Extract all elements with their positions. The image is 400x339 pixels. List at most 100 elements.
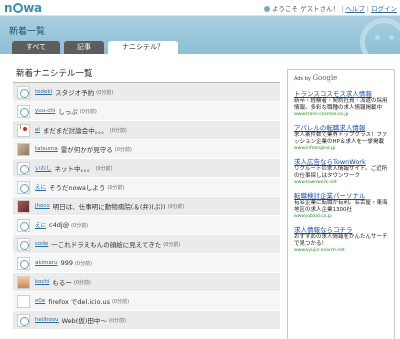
- user-link[interactable]: えに: [35, 183, 46, 191]
- list-item: えに そうだnowaしよう (0分前): [13, 178, 280, 197]
- ad-url[interactable]: www.kyujin-search.net: [294, 248, 388, 254]
- user-links: ようこそ ゲストさん！ | ヘルプ | ログイン: [264, 3, 397, 13]
- message-text: まだまだ討論会中。。。: [42, 127, 108, 135]
- ad-title-link[interactable]: アパレルの転職求人情報: [294, 124, 388, 132]
- user-link[interactable]: yuu-chi: [35, 108, 55, 114]
- greeting-text: ようこそ ゲストさん！: [272, 5, 340, 13]
- ad-body: 有名企業に転職が有利。名古屋・東海地区の求人企業1300社: [294, 200, 388, 213]
- avatar[interactable]: [17, 313, 30, 327]
- timestamp: (0分前): [107, 184, 125, 191]
- list-item: ai まだまだ討論会中。。。 (0分前): [13, 121, 280, 140]
- ad-title-link[interactable]: 求人情報ならコチラ: [294, 226, 388, 234]
- message-text: 一これドラえもんの顔絵に見えてきた: [51, 241, 162, 249]
- message-text: firefox でdel.icio.us: [48, 298, 110, 306]
- timestamp: (0分前): [74, 260, 93, 267]
- logo-o-icon: [12, 3, 23, 13]
- list-item: tatsuma 雷が何かが見守る (0分前): [13, 140, 280, 159]
- message-text: 雷が何かが見守る: [60, 146, 113, 154]
- avatar[interactable]: [17, 161, 30, 175]
- avatar[interactable]: [17, 275, 30, 289]
- user-link[interactable]: jhoco: [35, 203, 50, 209]
- timestamp: (0分前): [95, 165, 113, 172]
- user-link[interactable]: kochi: [35, 279, 49, 285]
- user-link[interactable]: heiihoou: [35, 317, 59, 323]
- message-text: 明日は、仕事明に動物病院(＆(弁)(ぷ)): [52, 203, 166, 211]
- user-link[interactable]: akimaru: [35, 260, 58, 266]
- message-text: c4dj@: [49, 221, 70, 229]
- avatar[interactable]: [17, 294, 30, 308]
- section-title: 新着ナニシテル一覧: [13, 64, 280, 83]
- smiley-decoration-icon: [360, 18, 400, 54]
- ad-url[interactable]: www.jobaid.co.jp: [294, 214, 388, 220]
- avatar[interactable]: [17, 180, 30, 194]
- avatar[interactable]: [17, 85, 30, 99]
- list-item: code 一これドラえもんの顔絵に見えてきた (0分前): [13, 235, 280, 254]
- avatar[interactable]: [17, 237, 30, 251]
- tab-articles[interactable]: 記事: [64, 41, 104, 54]
- message-text: もるー: [52, 279, 72, 287]
- ad-url[interactable]: www.infoengine.jp: [294, 146, 388, 152]
- timestamp: (0分前): [109, 127, 127, 134]
- ad-body: 新卒・経験者・契約社員・派遣の採用情報。多彩な職種の求人情報掲載中: [294, 98, 388, 111]
- list-item: jhoco 明日は、仕事明に動物病院(＆(弁)(ぷ)) (0分前): [13, 197, 280, 216]
- user-link[interactable]: code: [35, 241, 48, 247]
- list-item: todeki スタジオ予約 (0分前): [13, 83, 280, 102]
- message-text: 999: [60, 259, 73, 267]
- nowa-logo[interactable]: n wa: [4, 1, 42, 15]
- ad-item: トランスコスモス求人情報 新卒・経験者・契約社員・派遣の採用情報。多彩な職種の求…: [294, 90, 388, 118]
- list-item: kochi もるー (0分前): [13, 273, 280, 292]
- ad-title-link[interactable]: トランスコスモス求人情報: [294, 90, 388, 98]
- avatar[interactable]: [17, 104, 30, 118]
- tab-bar: すべて 記事 ナニシテル？: [12, 41, 178, 54]
- timestamp: (0分前): [167, 203, 185, 210]
- list-item: えに c4dj@ (0分前): [13, 216, 280, 235]
- list-item: heiihoou Web(仮)田中〜 (0分前): [13, 311, 280, 330]
- ad-url[interactable]: www.townwork.net: [294, 180, 388, 186]
- ad-body: 求人案件数で業界トップクラス！ファッション企業のHP＆求人を一挙掲載: [294, 132, 388, 145]
- separator: |: [341, 5, 344, 13]
- ad-item: 求人広告ならTownWork リクルートの求人情報サイト。ご近所の仕事探しはタウ…: [294, 158, 388, 186]
- timestamp: (0分前): [79, 108, 97, 115]
- list-item: yuu-chi しっぷ (0分前): [13, 102, 280, 121]
- ad-body: リクルートの求人情報サイト。ご近所の仕事探しはタウンワーク: [294, 166, 388, 179]
- timestamp: (0分前): [71, 222, 89, 229]
- list-item: いわし ネット中。。。 (0分前): [13, 159, 280, 178]
- top-bar: n wa ようこそ ゲストさん！ | ヘルプ | ログイン: [0, 0, 400, 16]
- ad-item: アパレルの転職求人情報 求人案件数で業界トップクラス！ファッション企業のHP＆求…: [294, 124, 388, 152]
- tab-nanishiteru[interactable]: ナニシテル？: [108, 41, 178, 54]
- tab-all[interactable]: すべて: [12, 41, 60, 54]
- avatar[interactable]: [17, 218, 30, 232]
- timestamp: (0分前): [108, 317, 126, 324]
- help-link[interactable]: ヘルプ: [345, 5, 365, 13]
- message-text: ネット中。。。: [54, 165, 94, 173]
- user-icon: [264, 6, 271, 12]
- avatar[interactable]: [17, 123, 30, 137]
- message-text: スタジオ予約: [55, 89, 95, 97]
- main-content: 新着ナニシテル一覧 todeki スタジオ予約 (0分前) yuu-chi しっ…: [13, 64, 280, 330]
- ad-item: 求人情報ならコチラ おすすめの求人情報をかんたんサーチで見つかる！ www.ky…: [294, 226, 388, 254]
- ad-url[interactable]: www.trans-cosmos.co.jp: [294, 112, 388, 118]
- ad-title-link[interactable]: 求人広告ならTownWork: [294, 158, 388, 166]
- page-title: 新着一覧: [9, 27, 46, 37]
- user-link[interactable]: ai: [35, 127, 40, 133]
- message-text: そうだnowaしよう: [49, 184, 106, 192]
- user-link[interactable]: e0e: [35, 298, 45, 304]
- avatar[interactable]: [17, 199, 30, 213]
- timestamp: (0分前): [73, 279, 91, 286]
- list-item: akimaru 999 (0分前): [13, 254, 280, 273]
- feed-list: todeki スタジオ予約 (0分前) yuu-chi しっぷ (0分前) ai…: [13, 83, 280, 330]
- ad-title-link[interactable]: 転職検討企業パーソナル: [294, 192, 388, 200]
- google-logo[interactable]: Google: [312, 74, 337, 82]
- ads-panel: Ads by Google トランスコスモス求人情報 新卒・経験者・契約社員・派…: [287, 69, 395, 339]
- avatar[interactable]: [17, 142, 30, 156]
- timestamp: (0分前): [112, 298, 130, 305]
- avatar[interactable]: [17, 256, 30, 270]
- user-link[interactable]: tatsuma: [35, 146, 58, 152]
- login-link[interactable]: ログイン: [371, 5, 397, 13]
- ads-by-label: Ads by: [294, 76, 311, 82]
- user-link[interactable]: todeki: [35, 89, 52, 95]
- user-link[interactable]: いわし: [35, 164, 52, 172]
- message-text: しっぷ: [58, 108, 78, 116]
- timestamp: (0分前): [114, 146, 132, 153]
- user-link[interactable]: えに: [35, 221, 46, 229]
